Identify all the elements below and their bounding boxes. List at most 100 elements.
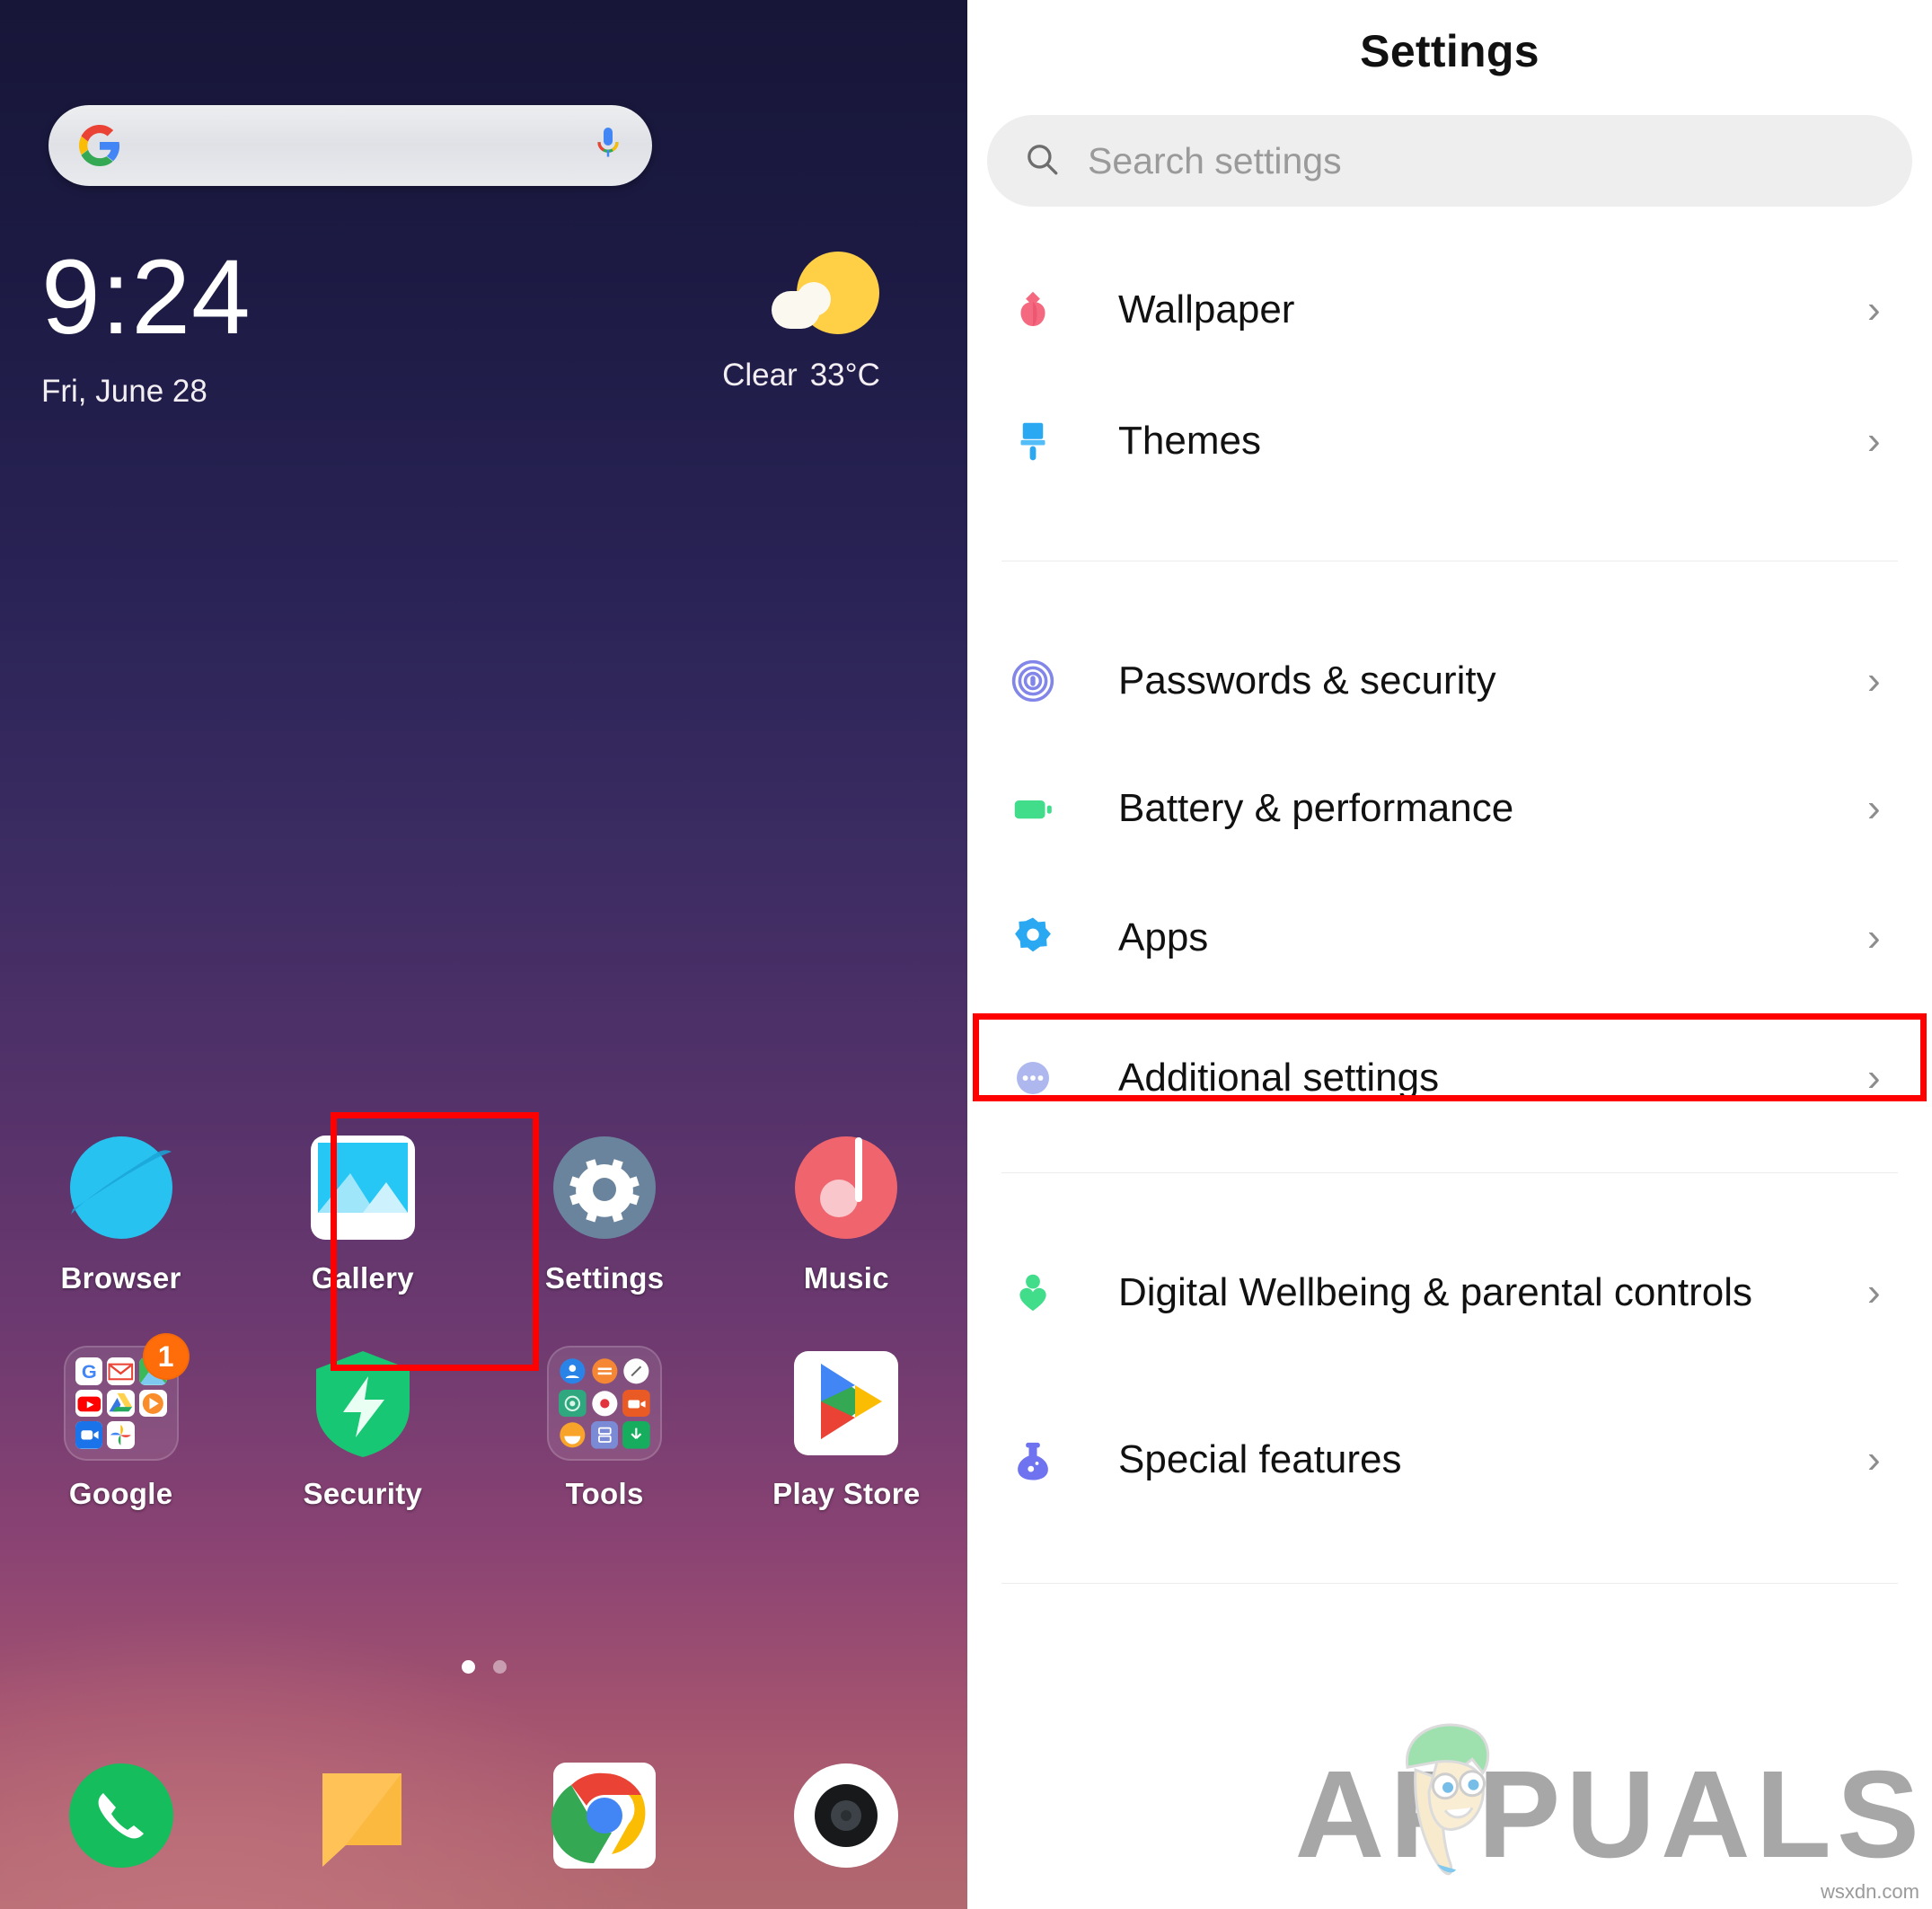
app-grid: Browser Gallery Settings Music 1 G Googl… [0,1114,967,1545]
google-search-widget[interactable] [49,105,652,186]
clock-date: Fri, June 28 [41,374,207,409]
settings-row-label: Battery & performance [1118,785,1514,830]
app-security[interactable]: Security [242,1330,483,1545]
weather-text: Clear 33°C [689,358,913,393]
settings-row-label: Wallpaper [1118,287,1295,331]
clock-time: 9:24 [41,238,251,357]
weather-condition: Clear [722,358,798,393]
settings-row-label: Themes [1118,418,1261,463]
weather-widget[interactable]: Clear 33°C [689,252,913,393]
app-label: Play Store [772,1477,921,1510]
wellbeing-person-heart-icon [1005,1268,1061,1317]
dock [0,1735,967,1896]
messages-icon[interactable] [304,1757,421,1874]
svg-text:G: G [82,1360,97,1383]
battery-icon [1005,784,1061,833]
appuals-mascot-icon [1378,1713,1513,1882]
group-divider [1001,1583,1898,1584]
app-label: Google [68,1477,173,1510]
app-music[interactable]: Music [726,1114,967,1330]
folder-app-youtube [75,1389,103,1418]
fingerprint-icon [1005,657,1061,705]
chevron-right-icon: › [1867,419,1881,463]
app-label: Settings [544,1261,665,1295]
app-label: Tools [565,1477,644,1510]
settings-row-digital-wellbeing[interactable]: Digital Wellbeing & parental controls › [967,1240,1932,1346]
chevron-right-icon: › [1867,658,1881,703]
weather-temperature: 33°C [809,358,880,393]
settings-list: Wallpaper › Themes › Passwords & securit… [967,257,1932,1584]
page-dot[interactable] [492,1660,507,1674]
flask-icon [1005,1436,1061,1484]
camera-icon[interactable] [788,1757,904,1874]
settings-row-label: Additional settings [1118,1055,1440,1100]
settings-row-special-features[interactable]: Special features › [967,1407,1932,1513]
settings-gear-icon [547,1130,662,1245]
paint-brush-icon [1005,417,1061,465]
chevron-right-icon: › [1867,786,1881,830]
folder-app-weather [559,1421,587,1449]
app-play-store[interactable]: Play Store [726,1330,967,1545]
chevron-right-icon: › [1867,1437,1881,1481]
settings-row-label: Special features [1118,1436,1402,1481]
google-folder-icon: 1 G [63,1333,190,1461]
settings-row-label: Passwords & security [1118,658,1496,703]
app-gallery[interactable]: Gallery [242,1114,483,1330]
folder-app-video [622,1389,651,1418]
phone-icon[interactable] [63,1757,180,1874]
settings-row-label: Digital Wellbeing & parental controls [1118,1269,1752,1314]
page-dot-active[interactable] [461,1660,475,1674]
app-label: Browser [60,1261,181,1295]
folder-app-downloads [622,1421,651,1449]
chrome-icon[interactable] [546,1757,663,1874]
folder-app-photos [107,1421,135,1449]
music-note-icon [789,1130,904,1245]
source-url: wsxdn.com [1820,1880,1919,1903]
page-title: Settings [1360,26,1539,76]
app-settings[interactable]: Settings [484,1114,726,1330]
app-folder-tools[interactable]: Tools [484,1330,726,1545]
app-label: Gallery [311,1261,414,1295]
screenshot-root: 9:24 Fri, June 28 Clear 33°C Browser Gal… [0,0,1932,1909]
tulip-icon [1005,286,1061,334]
apps-gear-icon [1005,914,1061,962]
folder-app-contacts [559,1357,587,1385]
chevron-right-icon: › [1867,1056,1881,1100]
clock-widget[interactable]: 9:24 Fri, June 28 [41,244,251,410]
browser-planet-icon [64,1130,179,1245]
folder-app-recorder [591,1390,619,1418]
settings-row-additional-settings[interactable]: Additional settings › [967,1025,1932,1131]
settings-row-label: Apps [1118,915,1209,959]
folder-app-calculator [590,1421,619,1449]
play-store-icon [789,1346,904,1461]
folder-app-drive [107,1389,135,1418]
tools-folder-icon [547,1346,663,1461]
folder-app-gmail [107,1357,135,1385]
app-label: Music [803,1261,889,1295]
android-home-screen: 9:24 Fri, June 28 Clear 33°C Browser Gal… [0,0,967,1909]
settings-row-themes[interactable]: Themes › [967,388,1932,494]
settings-row-passwords-security[interactable]: Passwords & security › [967,628,1932,734]
settings-row-apps[interactable]: Apps › [967,885,1932,991]
appuals-watermark: APPUALS [1295,1723,1925,1877]
microphone-icon[interactable] [595,126,622,165]
more-dots-icon [1005,1054,1061,1102]
app-browser[interactable]: Browser [0,1114,242,1330]
page-indicator[interactable] [0,1660,967,1674]
google-g-icon [79,125,120,166]
chevron-right-icon: › [1867,1270,1881,1314]
search-icon [1023,140,1061,182]
notification-badge: 1 [142,1333,190,1380]
chevron-right-icon: › [1867,287,1881,331]
app-label: Security [303,1477,423,1510]
search-settings-field[interactable]: Search settings [987,115,1912,207]
chevron-right-icon: › [1867,915,1881,959]
settings-row-battery-performance[interactable]: Battery & performance › [967,756,1932,862]
app-folder-google[interactable]: 1 G Google [0,1330,242,1545]
settings-row-wallpaper[interactable]: Wallpaper › [967,257,1932,363]
settings-app: Settings Search settings Wallpaper › The… [967,0,1932,1909]
